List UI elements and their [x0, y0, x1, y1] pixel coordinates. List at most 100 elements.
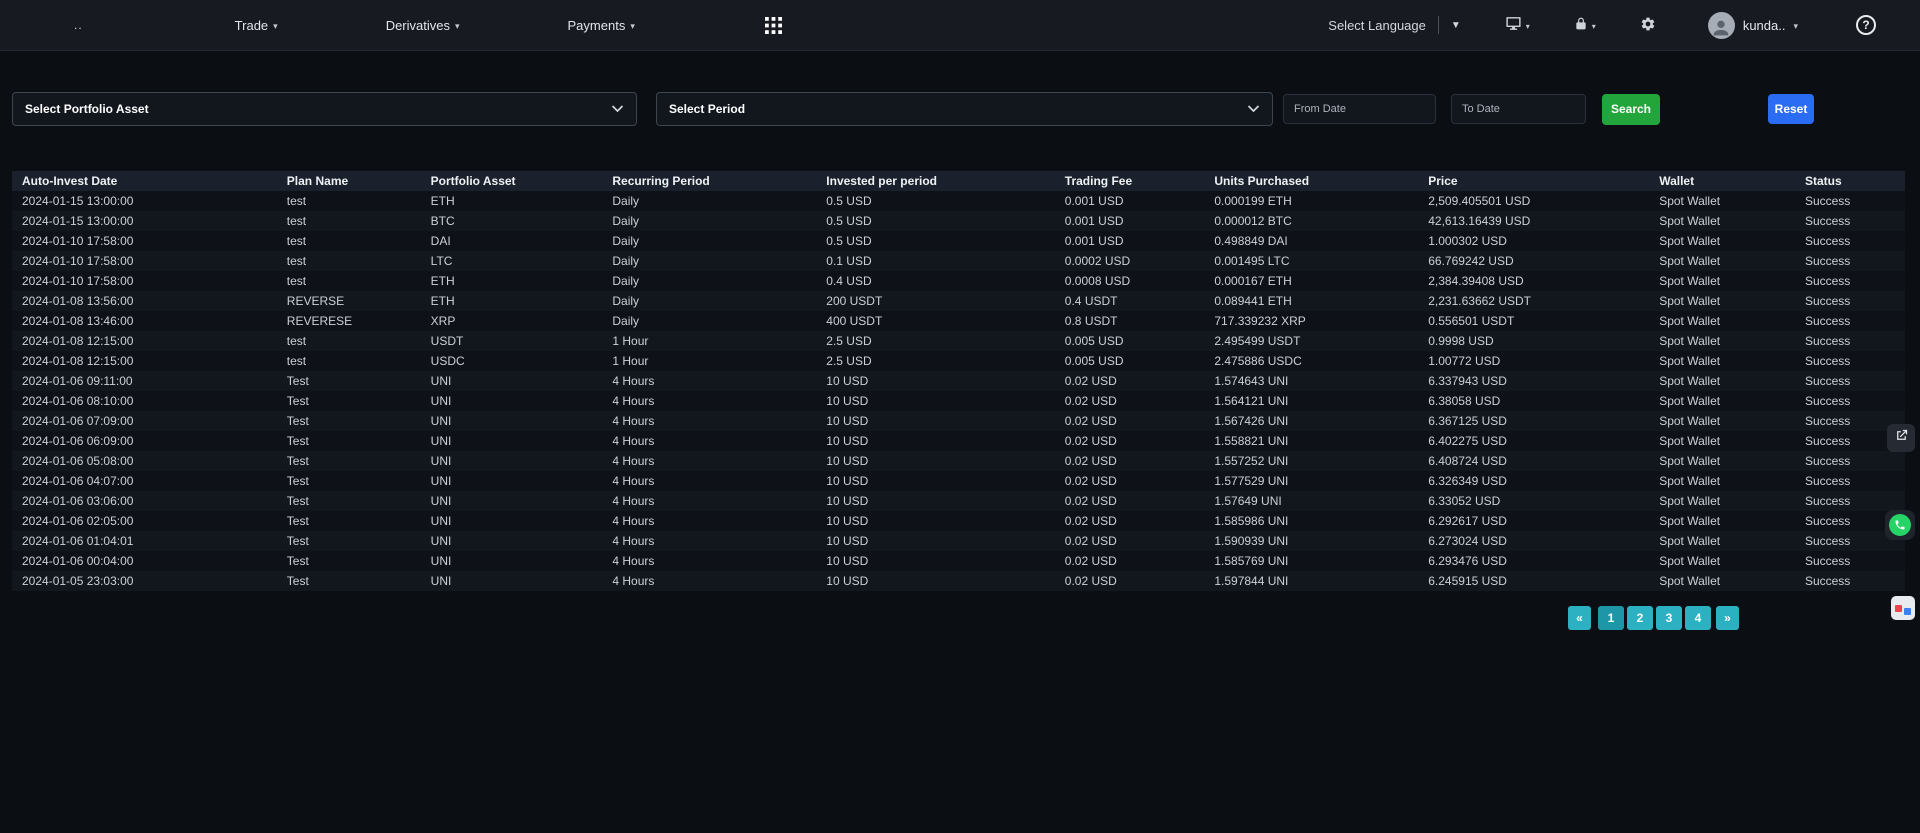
table-cell: 0.02 USD — [1059, 431, 1209, 451]
table-cell: 6.292617 USD — [1422, 511, 1653, 531]
table-row: 2024-01-06 01:04:01TestUNI4 Hours10 USD0… — [12, 531, 1905, 551]
table-body: 2024-01-15 13:00:00testETHDaily0.5 USD0.… — [12, 191, 1905, 591]
table-cell: 2024-01-06 03:06:00 — [12, 491, 281, 511]
table-cell: 2.5 USD — [820, 351, 1059, 371]
table-cell: 0.02 USD — [1059, 391, 1209, 411]
extension-widget-button[interactable] — [1891, 596, 1915, 620]
table-cell: Success — [1799, 211, 1905, 231]
table-cell: 6.38058 USD — [1422, 391, 1653, 411]
reset-button[interactable]: Reset — [1768, 94, 1814, 124]
pagination: « 1234 » — [12, 606, 1739, 630]
table-cell: 0.5 USD — [820, 211, 1059, 231]
table-cell: DAI — [425, 231, 607, 251]
table-row: 2024-01-08 13:46:00REVERESEXRPDaily400 U… — [12, 311, 1905, 331]
pagination-page-1[interactable]: 1 — [1598, 606, 1624, 630]
table-cell: Spot Wallet — [1653, 391, 1799, 411]
column-header: Portfolio Asset — [425, 171, 607, 191]
table-cell: 2024-01-08 12:15:00 — [12, 351, 281, 371]
table-cell: Test — [281, 451, 425, 471]
table-cell: 10 USD — [820, 471, 1059, 491]
pagination-page-2[interactable]: 2 — [1627, 606, 1653, 630]
table-cell: 0.02 USD — [1059, 451, 1209, 471]
nav-payments[interactable]: Payments ▾ — [568, 18, 635, 33]
logo[interactable]: .. — [74, 18, 83, 32]
table-cell: 10 USD — [820, 531, 1059, 551]
table-cell: Success — [1799, 351, 1905, 371]
table-cell: 400 USDT — [820, 311, 1059, 331]
nav-derivatives[interactable]: Derivatives ▾ — [386, 18, 460, 33]
table-cell: 1.590939 UNI — [1208, 531, 1422, 551]
column-header: Plan Name — [281, 171, 425, 191]
user-menu[interactable]: kunda.. ▾ — [1708, 12, 1798, 39]
table-row: 2024-01-05 23:03:00TestUNI4 Hours10 USD0… — [12, 571, 1905, 591]
desktop-icon — [1505, 15, 1522, 35]
table-cell: UNI — [425, 391, 607, 411]
table-cell: 4 Hours — [606, 451, 820, 471]
help-icon[interactable]: ? — [1856, 15, 1876, 35]
to-date-input[interactable] — [1451, 94, 1586, 124]
settings-button[interactable] — [1640, 16, 1656, 35]
table-cell: Success — [1799, 231, 1905, 251]
table-cell: Spot Wallet — [1653, 491, 1799, 511]
table-row: 2024-01-08 13:56:00REVERSEETHDaily200 US… — [12, 291, 1905, 311]
table-cell: 0.02 USD — [1059, 571, 1209, 591]
table-cell: 10 USD — [820, 391, 1059, 411]
nav-trade-label: Trade — [235, 18, 268, 33]
table-cell: 2024-01-06 07:09:00 — [12, 411, 281, 431]
table-cell: 1.585986 UNI — [1208, 511, 1422, 531]
table-cell: 0.02 USD — [1059, 531, 1209, 551]
table-cell: USDC — [425, 351, 607, 371]
table-cell: 4 Hours — [606, 371, 820, 391]
table-cell: Spot Wallet — [1653, 511, 1799, 531]
from-date-input[interactable] — [1283, 94, 1436, 124]
table-cell: ETH — [425, 191, 607, 211]
main-nav: Trade ▾ Derivatives ▾ Payments ▾ — [235, 17, 782, 34]
table-cell: Spot Wallet — [1653, 551, 1799, 571]
table-cell: 0.1 USD — [820, 251, 1059, 271]
table-row: 2024-01-15 13:00:00testBTCDaily0.5 USD0.… — [12, 211, 1905, 231]
table-row: 2024-01-06 04:07:00TestUNI4 Hours10 USD0… — [12, 471, 1905, 491]
table-cell: 2024-01-10 17:58:00 — [12, 251, 281, 271]
table-cell: 1.567426 UNI — [1208, 411, 1422, 431]
table-cell: 2024-01-06 04:07:00 — [12, 471, 281, 491]
nav-trade[interactable]: Trade ▾ — [235, 18, 278, 33]
table-cell: 2,384.39408 USD — [1422, 271, 1653, 291]
period-select[interactable]: Select Period — [656, 92, 1273, 126]
portfolio-asset-select[interactable]: Select Portfolio Asset — [12, 92, 637, 126]
table-cell: Success — [1799, 331, 1905, 351]
pagination-page-4[interactable]: 4 — [1685, 606, 1711, 630]
table-cell: 0.02 USD — [1059, 471, 1209, 491]
table-cell: 4 Hours — [606, 471, 820, 491]
security-menu[interactable]: ▾ — [1574, 16, 1596, 34]
table-cell: 0.8 USDT — [1059, 311, 1209, 331]
table-row: 2024-01-06 05:08:00TestUNI4 Hours10 USD0… — [12, 451, 1905, 471]
whatsapp-widget-button[interactable] — [1885, 510, 1915, 540]
table-cell: 2024-01-06 00:04:00 — [12, 551, 281, 571]
chevron-down-icon: ▼ — [1451, 20, 1461, 31]
table-cell: BTC — [425, 211, 607, 231]
table-cell: Success — [1799, 251, 1905, 271]
share-widget-button[interactable] — [1887, 424, 1915, 452]
apps-grid-icon[interactable] — [765, 17, 782, 34]
language-selector[interactable]: Select Language ▼ — [1328, 16, 1461, 34]
table-cell: REVERESE — [281, 311, 425, 331]
pagination-page-3[interactable]: 3 — [1656, 606, 1682, 630]
column-header: Status — [1799, 171, 1905, 191]
table-row: 2024-01-08 12:15:00testUSDC1 Hour2.5 USD… — [12, 351, 1905, 371]
table-cell: 6.245915 USD — [1422, 571, 1653, 591]
table-cell: UNI — [425, 491, 607, 511]
pagination-next-button[interactable]: » — [1716, 606, 1739, 630]
table-cell: UNI — [425, 571, 607, 591]
table-cell: Test — [281, 471, 425, 491]
pagination-prev-button[interactable]: « — [1568, 606, 1591, 630]
table-cell: 10 USD — [820, 371, 1059, 391]
workstation-menu[interactable]: ▾ — [1505, 15, 1530, 35]
table-cell: test — [281, 191, 425, 211]
table-cell: 0.005 USD — [1059, 351, 1209, 371]
chevron-down-icon: ▾ — [273, 21, 278, 32]
table-cell: 2.5 USD — [820, 331, 1059, 351]
table-row: 2024-01-10 17:58:00testETHDaily0.4 USD0.… — [12, 271, 1905, 291]
search-button[interactable]: Search — [1602, 94, 1660, 125]
table-cell: Test — [281, 531, 425, 551]
table-cell: 0.0002 USD — [1059, 251, 1209, 271]
